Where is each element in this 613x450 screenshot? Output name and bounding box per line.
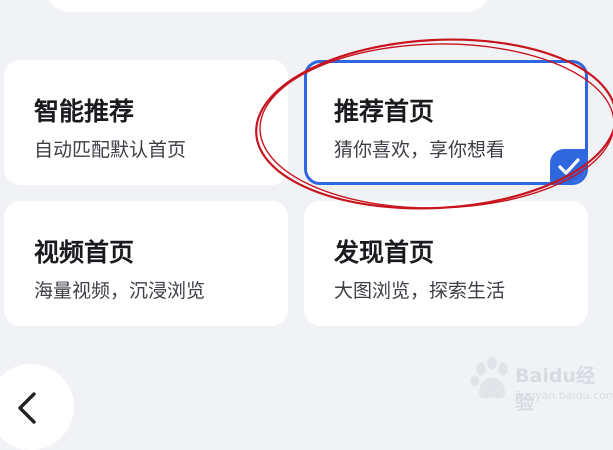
homepage-option-recommend[interactable]: 推荐首页 猜你喜欢，享你想看 [304,60,588,185]
chevron-left-icon [18,392,36,424]
selected-badge [550,149,585,182]
option-title: 智能推荐 [34,97,135,126]
homepage-option-smart-recommend[interactable]: 智能推荐 自动匹配默认首页 [4,60,288,185]
option-description: 海量视频，沉浸浏览 [34,280,206,302]
option-title: 发现首页 [334,238,435,267]
watermark-url: jingyan.baidu.com [515,389,613,402]
homepage-option-video[interactable]: 视频首页 海量视频，沉浸浏览 [4,201,288,326]
back-button[interactable] [0,364,74,450]
paw-logo-icon [470,356,508,399]
search-bar-partial[interactable] [44,0,492,12]
homepage-option-discover[interactable]: 发现首页 大图浏览，探索生活 [304,201,588,326]
option-description: 自动匹配默认首页 [34,139,187,161]
checkmark-icon [558,158,580,175]
option-description: 猜你喜欢，享你想看 [334,139,506,161]
watermark-brand: Baidu经验 [515,365,595,414]
option-description: 大图浏览，探索生活 [334,280,506,302]
option-title: 推荐首页 [334,97,435,126]
baidu-watermark: Baidu经验 jingyan.baidu.com [465,349,613,414]
option-title: 视频首页 [34,238,135,267]
